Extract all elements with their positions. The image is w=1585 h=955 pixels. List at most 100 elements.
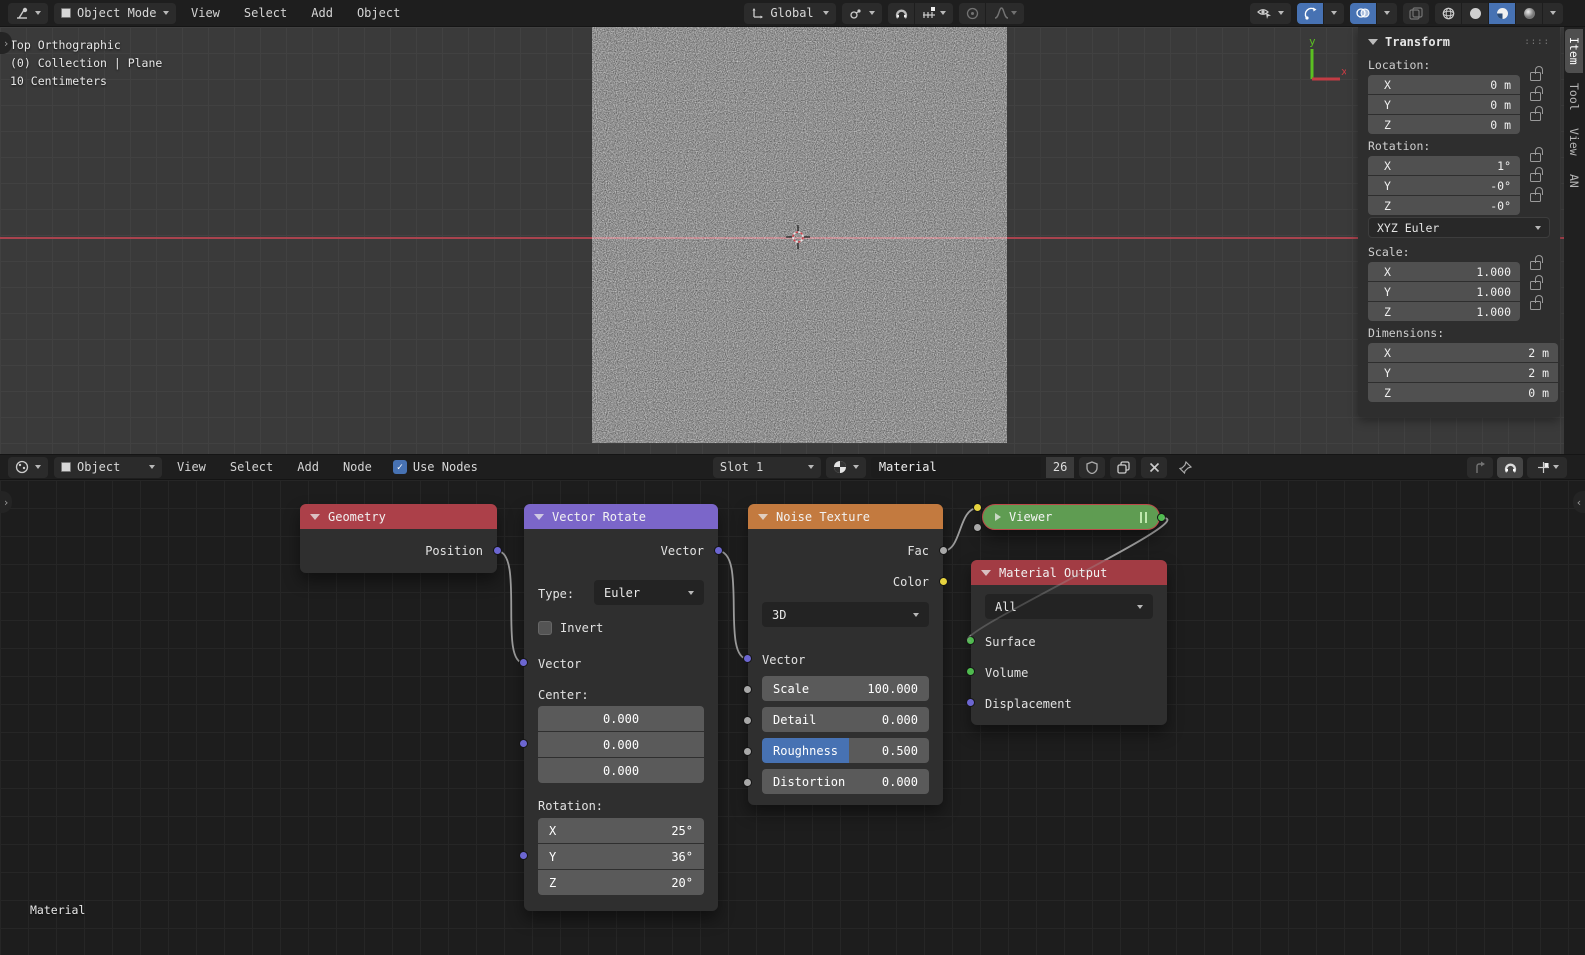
center-z-field[interactable]: 0.000 (538, 758, 704, 783)
node-material-output-header[interactable]: Material Output (971, 560, 1167, 585)
transform-orientation-dropdown[interactable]: Global (744, 2, 837, 24)
menu-add[interactable]: Add (302, 3, 342, 23)
editor-type-button-shader[interactable] (8, 456, 48, 478)
socket-noise-vector-in[interactable] (743, 654, 752, 663)
snap-toggle-button[interactable] (888, 2, 915, 24)
tab-view[interactable]: View (1565, 120, 1583, 164)
node-menu-view[interactable]: View (168, 457, 215, 477)
nt-detail-slider[interactable]: Detail 0.000 (762, 707, 929, 732)
lock-icon[interactable] (1530, 255, 1543, 270)
socket-viewer-image-in[interactable] (973, 503, 982, 512)
go-to-parent-node-tree-button[interactable] (1467, 456, 1493, 478)
dimensions-y-field[interactable]: Y2 m (1368, 363, 1558, 382)
node-snap-target-dropdown[interactable] (1527, 456, 1567, 478)
lock-icon[interactable] (1530, 106, 1543, 121)
duplicate-material-button[interactable] (1110, 456, 1137, 478)
rotation-x-field[interactable]: X 25° (538, 818, 704, 843)
center-x-field[interactable]: 0.000 (538, 706, 704, 731)
nt-scale-slider[interactable]: Scale 100.000 (762, 676, 929, 701)
socket-distortion-in[interactable] (743, 778, 752, 787)
socket-volume-in[interactable] (966, 667, 975, 676)
viewport-3d[interactable]: Top Orthographic (0) Collection | Plane … (0, 27, 1585, 455)
proportional-falloff-dropdown[interactable] (986, 2, 1025, 24)
socket-vector-in[interactable] (519, 658, 528, 667)
node-vector-rotate-header[interactable]: Vector Rotate (524, 504, 718, 529)
node-geometry[interactable]: Geometry Position (300, 504, 502, 573)
rotation-x-field[interactable]: X 1° (1368, 156, 1520, 175)
menu-object[interactable]: Object (348, 3, 409, 23)
center-y-field[interactable]: 0.000 (538, 732, 704, 757)
socket-displacement-in[interactable] (966, 698, 975, 707)
scale-y-field[interactable]: Y 1.000 (1368, 282, 1520, 301)
panel-collapse-icon[interactable] (1368, 39, 1378, 45)
vr-type-dropdown[interactable]: Euler (594, 580, 704, 605)
shading-dropdown[interactable] (1543, 2, 1563, 24)
lock-icon[interactable] (1530, 147, 1543, 162)
location-y-field[interactable]: Y0 m (1368, 95, 1520, 114)
socket-position-out[interactable] (493, 546, 502, 555)
menu-view[interactable]: View (182, 3, 229, 23)
lock-icon[interactable] (1530, 275, 1543, 290)
socket-surface-in[interactable] (966, 636, 975, 645)
node-viewer[interactable]: Viewer (982, 504, 1160, 530)
socket-center-in[interactable] (519, 739, 528, 748)
node-geometry-header[interactable]: Geometry (300, 504, 497, 529)
mo-target-dropdown[interactable]: All (985, 594, 1153, 619)
collapse-icon[interactable] (758, 513, 768, 520)
socket-vector-out[interactable] (714, 546, 723, 555)
material-slot-dropdown[interactable]: Slot 1 (712, 456, 821, 478)
menu-select[interactable]: Select (235, 3, 296, 23)
node-material-output[interactable]: Material Output All Surface Volume Displ… (966, 560, 1167, 725)
dimensions-x-field[interactable]: X2 m (1368, 343, 1558, 362)
socket-color-out[interactable] (939, 577, 948, 586)
node-menu-add[interactable]: Add (288, 457, 328, 477)
visibility-dropdown[interactable] (1250, 2, 1291, 24)
socket-roughness-in[interactable] (743, 747, 752, 756)
pivot-point-dropdown[interactable] (842, 2, 883, 24)
tab-an[interactable]: AN (1565, 166, 1583, 196)
shader-type-dropdown[interactable]: Object (54, 456, 162, 478)
mode-dropdown[interactable]: Object Mode (54, 2, 176, 24)
nt-roughness-slider[interactable]: Roughness 0.500 (762, 738, 929, 763)
material-users-count[interactable]: 26 (1045, 456, 1075, 478)
node-vector-rotate[interactable]: Vector Rotate Vector Type: Euler Invert … (519, 504, 723, 911)
expand-icon[interactable] (995, 513, 1001, 521)
collapse-icon[interactable] (310, 513, 320, 520)
unlink-material-button[interactable] (1141, 456, 1168, 478)
location-x-field[interactable]: X0 m (1368, 75, 1520, 94)
shading-solid-button[interactable] (1462, 2, 1488, 24)
lock-icon[interactable] (1530, 187, 1543, 202)
tab-tool[interactable]: Tool (1565, 75, 1583, 119)
tab-item[interactable]: Item (1565, 29, 1583, 73)
material-name-field[interactable]: Material (870, 456, 1041, 478)
overlays-dropdown[interactable] (1377, 2, 1397, 24)
socket-fac-out[interactable] (939, 546, 948, 555)
scale-x-field[interactable]: X 1.000 (1368, 262, 1520, 281)
pin-button[interactable] (1172, 457, 1198, 478)
transform-panel-header[interactable]: Transform :::: (1358, 33, 1560, 55)
node-menu-node[interactable]: Node (334, 457, 381, 477)
lock-icon[interactable] (1530, 167, 1543, 182)
rotation-z-field[interactable]: Z -0° (1368, 196, 1520, 215)
collapse-icon[interactable] (534, 513, 544, 520)
rotation-z-field[interactable]: Z 20° (538, 870, 704, 895)
invert-checkbox[interactable] (538, 621, 552, 635)
node-noise-texture-header[interactable]: Noise Texture (748, 504, 943, 529)
lock-icon[interactable] (1530, 86, 1543, 101)
location-z-field[interactable]: Z0 m (1368, 115, 1520, 134)
shading-rendered-button[interactable] (1516, 2, 1542, 24)
fake-user-button[interactable] (1079, 456, 1106, 478)
editor-type-button[interactable] (8, 2, 48, 24)
socket-scale-in[interactable] (743, 685, 752, 694)
shading-wireframe-button[interactable] (1435, 2, 1461, 24)
gizmos-dropdown[interactable] (1324, 2, 1344, 24)
node-toolbar-toggle-arrow[interactable]: › (0, 491, 12, 513)
shading-material-button[interactable] (1489, 2, 1515, 24)
node-menu-select[interactable]: Select (221, 457, 282, 477)
shader-node-canvas[interactable]: Geometry Position Vector Rotate Vector T… (0, 480, 1585, 955)
node-sidebar-toggle-arrow[interactable]: ‹ (1573, 491, 1585, 513)
lock-icon[interactable] (1530, 66, 1543, 81)
socket-viewer-alpha-in[interactable] (973, 523, 982, 532)
material-browse-dropdown[interactable] (825, 456, 866, 478)
socket-viewer-out[interactable] (1157, 513, 1166, 522)
